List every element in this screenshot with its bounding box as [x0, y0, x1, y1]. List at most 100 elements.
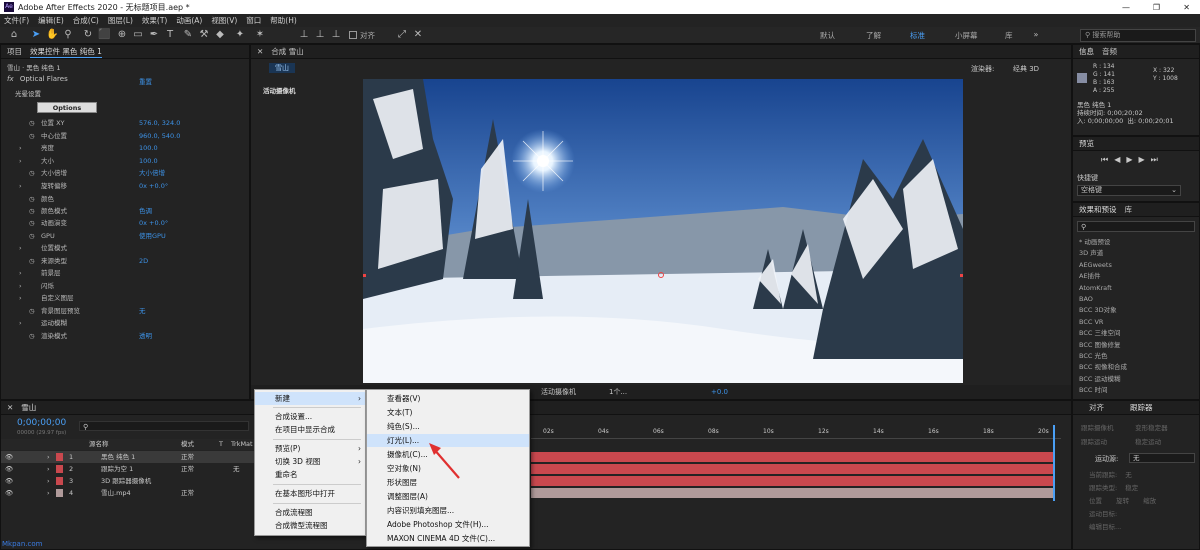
column-t[interactable]: T [219, 439, 223, 450]
effect-property-row[interactable]: › 位置模式 [1, 242, 247, 254]
motion-source-dropdown[interactable]: 无 [1129, 453, 1195, 463]
time-ruler[interactable]: 02s 04s 06s 08s 10s 12s 14s 16s 18s 20s [531, 425, 1061, 439]
expand-arrow-icon[interactable]: › [19, 317, 22, 329]
property-value[interactable]: 960.0, 540.0 [139, 130, 180, 142]
roto-brush-tool-icon[interactable]: ✦ [234, 29, 246, 41]
layer-row[interactable]: 👁 › 4 雪山.mp4 正常 [1, 487, 261, 499]
effect-property-row[interactable]: › 自定义图层 [1, 292, 247, 304]
layer-mode[interactable]: 正常 [181, 463, 194, 475]
effect-property-row[interactable]: ◷ 渲染模式 透明 [1, 330, 247, 342]
effect-category[interactable]: AEGweets [1079, 260, 1112, 271]
submenu-item[interactable]: MAXON CINEMA 4D 文件(C)... [367, 532, 529, 545]
property-value[interactable]: 使用GPU [139, 230, 166, 242]
close-comp-icon[interactable]: ✕ [257, 47, 263, 56]
menu-item-preview[interactable]: 预览(P) › [255, 442, 365, 455]
track-type-value[interactable]: 稳定 [1125, 484, 1138, 492]
property-value[interactable]: 576.0, 324.0 [139, 117, 180, 129]
eye-icon[interactable]: 👁 [5, 487, 13, 499]
camera-tool-icon[interactable]: ⬛ [98, 29, 110, 41]
type-tool-icon[interactable]: T [164, 29, 176, 41]
menu-item-flowchart[interactable]: 合成流程图 [255, 506, 365, 519]
effect-property-row[interactable]: ◷ 大小倍增 大小倍增 [1, 167, 247, 179]
effect-property-row[interactable]: › 闪烁 [1, 280, 247, 292]
effect-category[interactable]: BCC 视像和合成 [1079, 362, 1127, 373]
column-source-name[interactable]: 源名称 [89, 439, 109, 450]
expand-arrow-icon[interactable]: › [19, 155, 22, 167]
tab-effects-presets[interactable]: 效果和预设 [1079, 204, 1117, 215]
tab-audio[interactable]: 音频 [1102, 46, 1117, 57]
effect-category[interactable]: * 动画预设 [1079, 237, 1110, 248]
timeline-tab[interactable]: 雪山 [21, 402, 36, 413]
effect-property-row[interactable]: › 前景层 [1, 267, 247, 279]
tab-tracker[interactable]: 跟踪器 [1130, 402, 1153, 413]
maximize-button[interactable]: ❐ [1153, 3, 1160, 12]
tab-project[interactable]: 项目 [7, 46, 22, 57]
layer-mode[interactable]: 正常 [181, 451, 194, 463]
views-dropdown[interactable]: 1个... [609, 385, 627, 399]
effect-property-row[interactable]: ◷ 颜色模式 色调 [1, 205, 247, 217]
track-camera-button[interactable]: 跟踪摄像机 [1081, 421, 1133, 435]
stopwatch-icon[interactable]: ◷ [29, 330, 35, 342]
expand-arrow-icon[interactable]: › [19, 180, 22, 192]
layer-row[interactable]: 👁 › 3 3D 跟踪器摄像机 [1, 475, 261, 487]
effect-category[interactable]: BCC 三维空间 [1079, 328, 1121, 339]
layer-name[interactable]: 3D 跟踪器摄像机 [101, 475, 151, 487]
workspace-standard[interactable]: 标准 [910, 30, 925, 41]
comp-tab[interactable]: 合成 雪山 [271, 46, 303, 57]
menu-item-rename[interactable]: 重命名 [255, 468, 365, 481]
property-value[interactable]: 100.0 [139, 155, 158, 167]
effect-property-row[interactable]: ◷ GPU 使用GPU [1, 230, 247, 242]
menu-edit[interactable]: 编辑(E) [38, 15, 64, 26]
effect-property-row[interactable]: › 旋转偏移 0x +0.0° [1, 180, 247, 192]
effect-property-row[interactable]: ◷ 颜色 [1, 193, 247, 205]
effect-category[interactable]: BAO [1079, 294, 1093, 305]
layer-duration-bar[interactable] [531, 464, 1053, 474]
property-value[interactable]: 色调 [139, 205, 152, 217]
track-motion-button[interactable]: 跟踪运动 [1081, 435, 1133, 449]
snap-features-icon[interactable]: ✕ [412, 29, 424, 41]
effect-property-row[interactable]: ◷ 动画演变 0x +0.0° [1, 217, 247, 229]
zoom-tool-icon[interactable]: ⚲ [62, 29, 74, 41]
effect-category[interactable]: BCC 图像修复 [1079, 340, 1121, 351]
label-color-swatch[interactable] [56, 477, 63, 485]
label-color-swatch[interactable] [56, 465, 63, 473]
stopwatch-icon[interactable]: ◷ [29, 305, 35, 317]
menu-window[interactable]: 窗口 [246, 15, 261, 26]
comp-subtab[interactable]: 雪山 [269, 63, 295, 73]
pan-behind-tool-icon[interactable]: ⊕ [116, 29, 128, 41]
last-frame-icon[interactable]: ⏭ [1151, 155, 1164, 164]
expand-arrow-icon[interactable]: › [19, 280, 22, 292]
submenu-item[interactable]: 纯色(S)... [367, 420, 529, 433]
first-frame-icon[interactable]: ⏮ [1101, 155, 1114, 164]
stopwatch-icon[interactable]: ◷ [29, 217, 35, 229]
effect-property-row[interactable]: › 运动模糊 [1, 317, 247, 329]
tab-info[interactable]: 信息 [1079, 46, 1094, 57]
minimize-button[interactable]: — [1122, 3, 1130, 12]
layer-duration-bar[interactable] [531, 488, 1053, 498]
layer-duration-bar[interactable] [531, 452, 1053, 462]
workspace-library[interactable]: 库 [1005, 30, 1013, 41]
menu-item-switch-3d[interactable]: 切换 3D 视图 › [255, 455, 365, 468]
expand-arrow-icon[interactable]: › [47, 451, 50, 463]
effect-category[interactable]: BCC 运动模糊 [1079, 374, 1121, 385]
timecode[interactable]: 0;00;00;00 [17, 418, 66, 428]
expand-arrow-icon[interactable]: › [19, 242, 22, 254]
workspace-menu-icon[interactable]: » [1030, 29, 1042, 41]
view-axis-icon[interactable]: ⊥ [330, 29, 342, 41]
property-value[interactable]: 0x +0.0° [139, 180, 168, 192]
shortcut-dropdown[interactable]: 空格键 ⌄ [1077, 185, 1181, 196]
prev-frame-icon[interactable]: ◀ [1114, 155, 1126, 164]
clone-stamp-tool-icon[interactable]: ⚒ [198, 29, 210, 41]
menu-composition[interactable]: 合成(C) [73, 15, 99, 26]
pen-tool-icon[interactable]: ✒ [148, 29, 160, 41]
home-icon[interactable]: ⌂ [8, 29, 20, 41]
comp-viewer[interactable] [363, 79, 963, 383]
workspace-small-screen[interactable]: 小屏幕 [955, 30, 978, 41]
menu-animation[interactable]: 动画(A) [176, 15, 202, 26]
eye-icon[interactable]: 👁 [5, 451, 13, 463]
menu-file[interactable]: 文件(F) [4, 15, 29, 26]
stopwatch-icon[interactable]: ◷ [29, 167, 35, 179]
puppet-tool-icon[interactable]: ✶ [254, 29, 266, 41]
expand-arrow-icon[interactable]: › [19, 292, 22, 304]
options-button[interactable]: Options [37, 102, 97, 113]
